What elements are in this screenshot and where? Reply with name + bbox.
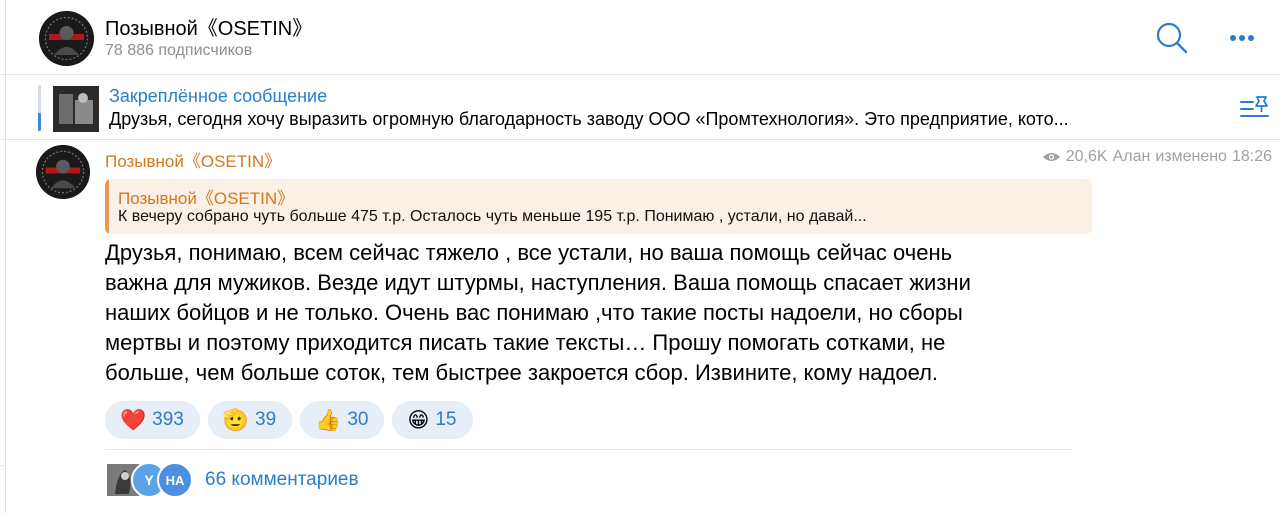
reaction-count: 30 xyxy=(347,409,369,430)
reaction-salute[interactable]: 🫡 39 xyxy=(207,401,293,439)
comments-button[interactable]: Y НА 66 комментариев xyxy=(105,460,359,500)
post-body-line: важна для мужиков. Везде идут штурмы, на… xyxy=(105,270,971,295)
reaction-heart[interactable]: ❤️ 393 xyxy=(105,401,200,439)
view-count: 20,6K xyxy=(1065,148,1108,165)
views-eye-icon xyxy=(1042,153,1060,161)
reaction-count: 393 xyxy=(152,409,184,430)
comments-count-label: 66 комментариев xyxy=(205,469,359,490)
reactions-bar: ❤️ 393 🫡 39 👍 30 😁 15 xyxy=(105,401,473,439)
post-author-avatar[interactable] xyxy=(36,145,90,199)
search-icon xyxy=(1156,22,1188,54)
pinned-message-bar[interactable]: Закреплённое сообщение Друзья, сегодня х… xyxy=(6,75,1280,140)
reply-author: Позывной《OSETIN》 xyxy=(118,189,295,208)
chat-header: Позывной《OSETIN》 78 886 подписчиков xyxy=(6,0,1280,75)
pin-list-icon xyxy=(1240,96,1269,117)
pinned-position-indicator xyxy=(38,85,41,131)
reaction-thumbs-up[interactable]: 👍 30 xyxy=(300,401,385,439)
heart-icon: ❤️ xyxy=(120,408,147,432)
commenter-avatar: НА xyxy=(157,462,193,498)
post-meta: 20,6K Алан изменено 18:26 xyxy=(1042,148,1272,166)
reaction-count: 15 xyxy=(435,409,457,430)
pinned-title: Закреплённое сообщение xyxy=(109,86,328,106)
post-body-line: Друзья, понимаю, всем сейчас тяжело , вс… xyxy=(105,240,953,265)
reaction-grin[interactable]: 😁 15 xyxy=(392,401,473,439)
subscriber-count: 78 886 подписчиков xyxy=(105,42,253,59)
comments-divider xyxy=(105,449,1073,450)
thumbs-up-icon: 👍 xyxy=(315,408,342,432)
post-body-line: мертвы и поэтому приходится писать такие… xyxy=(105,330,946,355)
channel-avatar[interactable] xyxy=(39,11,94,66)
post-body-line: наших бойцов и не только. Очень вас пони… xyxy=(105,300,963,325)
reaction-count: 39 xyxy=(255,409,277,430)
post-signature: Алан xyxy=(1112,148,1151,165)
reply-text: К вечеру собрано чуть больше 475 т.р. Ос… xyxy=(118,208,867,225)
reply-quote[interactable]: Позывной《OSETIN》 К вечеру собрано чуть б… xyxy=(105,179,1092,234)
grin-icon: 😁 xyxy=(407,408,430,432)
salute-icon: 🫡 xyxy=(222,408,250,432)
pinned-list-button[interactable] xyxy=(1238,93,1272,123)
post-author-name[interactable]: Позывной《OSETIN》 xyxy=(105,147,281,172)
more-button[interactable] xyxy=(1224,24,1260,52)
more-dots-icon xyxy=(1230,35,1254,41)
post-time: 18:26 xyxy=(1231,148,1272,165)
search-button[interactable] xyxy=(1154,20,1190,56)
post-body: Друзья, понимаю, всем сейчас тяжело , вс… xyxy=(105,238,1095,388)
post-body-line: больше, чем больше соток, тем быстрее за… xyxy=(105,360,939,385)
channel-title[interactable]: Позывной《OSETIN》 xyxy=(105,12,312,41)
edited-label: изменено xyxy=(1155,148,1227,165)
pinned-thumbnail xyxy=(53,86,99,132)
pinned-text: Друзья, сегодня хочу выразить огромную б… xyxy=(109,109,1069,129)
